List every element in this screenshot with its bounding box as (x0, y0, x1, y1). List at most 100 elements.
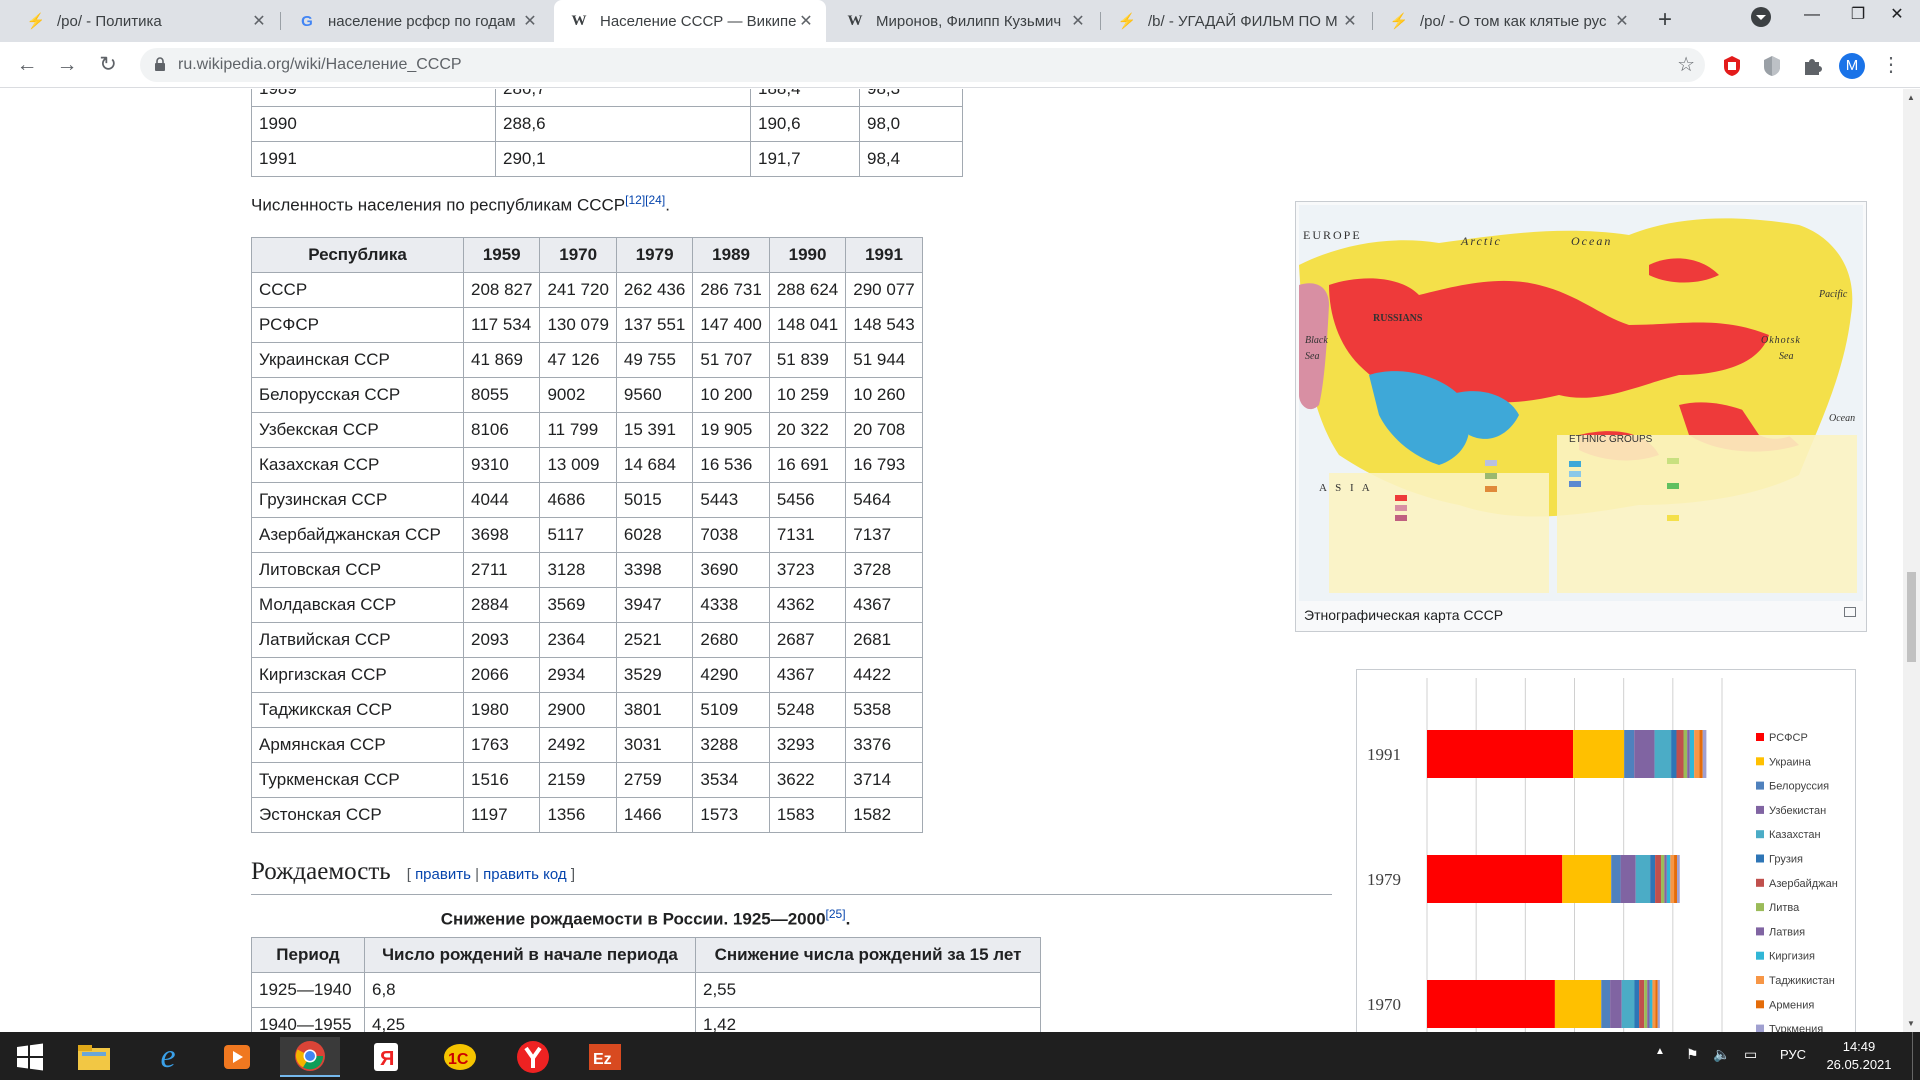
legend-label: Латвия (1769, 926, 1805, 938)
tab-google-search[interactable]: G население рсфср по годам ✕ (282, 0, 550, 42)
wikipedia-icon: W (847, 12, 863, 29)
tab-b-ugadai[interactable]: ⚡ /b/ - УГАДАЙ ФИЛЬМ ПО М ✕ (1102, 0, 1370, 42)
bar-segment-1991-2 (1624, 730, 1635, 778)
legend-swatch (1756, 951, 1764, 960)
close-icon[interactable]: ✕ (249, 11, 269, 31)
input-language-indicator[interactable]: РУС (1780, 1047, 1806, 1062)
table-cell: 2159 (539, 762, 617, 798)
tab-mironov[interactable]: W Миронов, Филипп Кузьмич ✕ (830, 0, 1098, 42)
table-cell: 130 079 (539, 307, 617, 343)
tab-po-politika[interactable]: ⚡ /po/ - Политика ✕ (11, 0, 279, 42)
forward-icon[interactable]: → (52, 50, 82, 80)
table-cell: 148 041 (768, 307, 847, 343)
bracket: [ (406, 866, 416, 883)
scroll-down-arrow-icon[interactable]: ▼ (1907, 1019, 1915, 1028)
enlarge-icon[interactable] (1844, 607, 1856, 617)
table-cell: 2680 (692, 622, 770, 658)
profile-avatar[interactable]: M (1839, 53, 1865, 79)
1c-icon[interactable]: 1С (430, 1037, 490, 1077)
column-header[interactable]: 1959 (462, 237, 541, 273)
table-cell: 1925—1940 (251, 972, 365, 1008)
reference-link[interactable]: [25] (826, 907, 846, 921)
bar-segment-1991-3 (1634, 730, 1655, 778)
table-cell: 4338 (692, 587, 770, 623)
close-window-icon[interactable]: ✕ (1874, 0, 1920, 32)
close-icon[interactable]: ✕ (520, 11, 540, 31)
reload-icon[interactable]: ↻ (93, 50, 123, 80)
action-center-flag-icon[interactable]: ⚑ (1686, 1046, 1699, 1063)
close-icon[interactable]: ✕ (1340, 11, 1360, 31)
table-cell: Туркменская ССР (251, 762, 464, 798)
internet-explorer-icon[interactable]: e (138, 1037, 198, 1077)
new-tab-button[interactable]: + (1651, 7, 1679, 35)
table-cell: 290 077 (845, 272, 923, 308)
bookmark-star-icon[interactable]: ☆ (1677, 52, 1695, 77)
yandex-browser-icon[interactable]: Я (356, 1037, 416, 1077)
table-cell: 1,42 (695, 1007, 1041, 1032)
extensions-puzzle-icon[interactable] (1800, 54, 1824, 78)
bar-segment-1979-12 (1677, 855, 1680, 903)
table-cell: 1940—1955 (251, 1007, 365, 1032)
volume-icon[interactable]: 🔈 (1713, 1046, 1730, 1063)
table-cell: 4367 (768, 657, 847, 693)
section-heading-birthrate: Рождаемость [ править | править код ] (251, 858, 1332, 895)
edit-link[interactable]: править (415, 866, 471, 883)
minimize-icon[interactable]: — (1789, 0, 1835, 32)
show-desktop-button[interactable] (1912, 1032, 1913, 1080)
table-cell: 11 799 (539, 412, 617, 448)
tab-po-klyatye[interactable]: ⚡ /po/ - О том как клятые рус ✕ (1374, 0, 1642, 42)
table-cell: 16 793 (845, 447, 923, 483)
legend-swatch (1756, 927, 1764, 936)
close-icon[interactable]: ✕ (1612, 11, 1632, 31)
table-cell: Украинская ССР (251, 342, 464, 378)
scrollbar-thumb[interactable] (1907, 572, 1916, 662)
close-icon[interactable]: ✕ (796, 11, 816, 31)
google-icon: G (301, 12, 313, 30)
ublock-extension-icon[interactable] (1720, 54, 1744, 78)
column-header[interactable]: 1979 (615, 237, 694, 273)
chrome-icon[interactable] (280, 1037, 340, 1077)
column-header[interactable]: Республика (251, 237, 464, 273)
edit-source-link[interactable]: править код (483, 866, 567, 883)
table-cell: 3947 (615, 587, 694, 623)
paragraph-end: . (665, 195, 670, 215)
reference-link[interactable]: [12][24] (625, 193, 665, 207)
legend-label: Белоруссия (1769, 781, 1829, 793)
page-scrollbar[interactable]: ▲ ▼ (1903, 89, 1920, 1032)
population-chart-thumbnail[interactable]: 1991 1979 1970 РСФСР Украина Белоруссия Узбеки… (1356, 669, 1856, 1032)
file-explorer-icon[interactable] (64, 1037, 124, 1077)
media-player-icon[interactable] (207, 1037, 267, 1077)
column-header[interactable]: 1970 (539, 237, 617, 273)
map-label: Black (1305, 335, 1328, 346)
table-cell: 3569 (539, 587, 617, 623)
back-icon[interactable]: ← (12, 50, 42, 80)
ethnic-map-thumbnail[interactable]: EUROPE Arctic Ocean Pacific Okhotsk Sea … (1295, 201, 1867, 632)
ez-icon[interactable]: Ez (575, 1037, 635, 1077)
table-cell: 1197 (462, 797, 541, 833)
bolt-icon: ⚡ (1389, 13, 1409, 30)
tray-overflow-icon[interactable]: ▲ (1655, 1046, 1665, 1057)
menu-kebab-icon[interactable]: ⋮ (1876, 50, 1906, 80)
shield-extension-icon[interactable] (1760, 54, 1784, 78)
table-row: Таджикская ССР 1980 2900 3801 5109 5248 5358 (251, 692, 923, 728)
system-clock[interactable]: 14:49 26.05.2021 (1814, 1038, 1904, 1074)
scroll-up-arrow-icon[interactable]: ▲ (1907, 93, 1915, 102)
column-header[interactable]: 1990 (768, 237, 847, 273)
table-cell: 1991 (251, 141, 496, 177)
column-header[interactable]: 1989 (692, 237, 770, 273)
tab-search-icon[interactable] (1739, 6, 1783, 38)
column-header[interactable]: 1991 (845, 237, 923, 273)
tab-naselenie-sssr[interactable]: W Население СССР — Википе ✕ (554, 0, 826, 42)
close-icon[interactable]: ✕ (1068, 11, 1088, 31)
network-icon[interactable]: ▭ (1744, 1046, 1757, 1063)
bar-segment-1970-9 (1649, 980, 1653, 1028)
table-cell: 98,0 (859, 106, 963, 142)
yandex-icon[interactable] (503, 1037, 563, 1077)
table-cell: 13 009 (539, 447, 617, 483)
table-cell: 5443 (692, 482, 770, 518)
ethnic-map-image[interactable]: EUROPE Arctic Ocean Pacific Okhotsk Sea … (1299, 205, 1863, 601)
tab-title: Миронов, Филипп Кузьмич (876, 12, 1062, 30)
table-row: 1989 286,7 188,4 98,3 (251, 89, 963, 107)
address-bar[interactable]: ru.wikipedia.org/wiki/Население_СССР ☆ (140, 48, 1705, 82)
windows-start-icon[interactable] (0, 1037, 60, 1077)
